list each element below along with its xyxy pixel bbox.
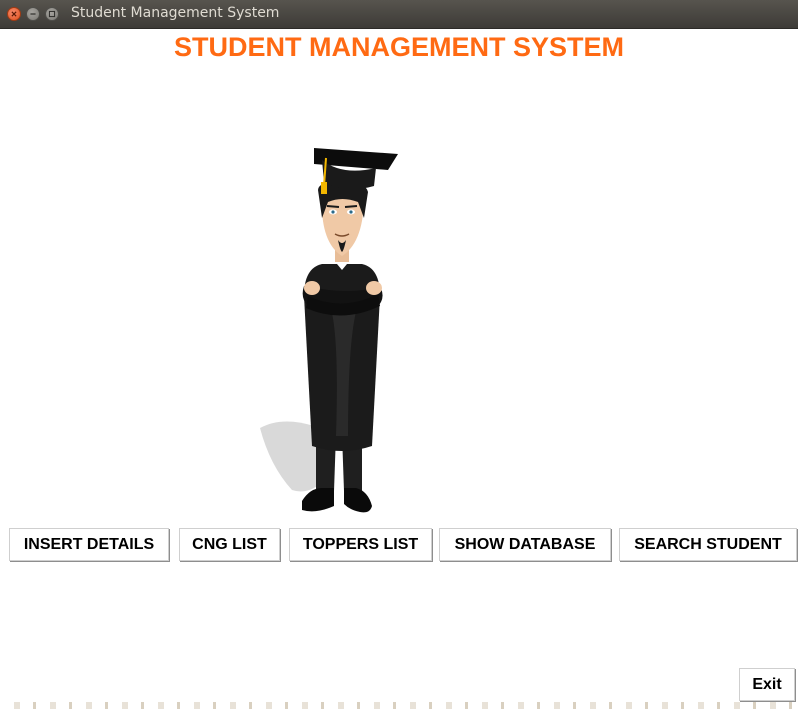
search-student-button[interactable]: SEARCH STUDENT: [619, 528, 797, 561]
window-bottom-edge: [0, 702, 798, 709]
window-title: Student Management System: [71, 5, 280, 21]
page-title: STUDENT MANAGEMENT SYSTEM: [173, 32, 624, 62]
maximize-icon[interactable]: [45, 7, 59, 21]
window-titlebar[interactable]: Student Management System: [0, 0, 798, 29]
close-icon[interactable]: [7, 7, 21, 21]
show-database-button[interactable]: SHOW DATABASE: [439, 528, 611, 561]
graduate-student-illustration: [260, 148, 398, 513]
insert-details-button[interactable]: INSERT DETAILS: [9, 528, 169, 561]
minimize-icon[interactable]: [26, 7, 40, 21]
toppers-list-button[interactable]: TOPPERS LIST: [289, 528, 432, 561]
cng-list-button[interactable]: CNG LIST: [179, 528, 280, 561]
exit-button[interactable]: Exit: [739, 668, 795, 701]
